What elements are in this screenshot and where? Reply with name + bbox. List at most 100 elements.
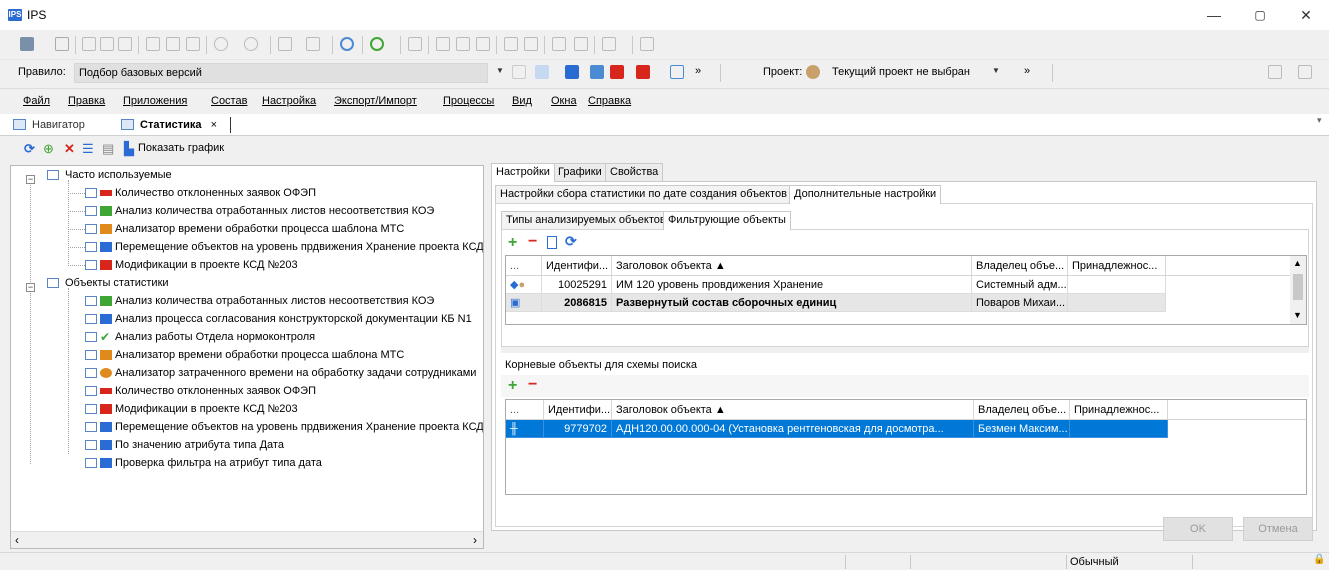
scroll-thumb[interactable]	[1293, 274, 1303, 300]
tab-analyzed-types[interactable]: Типы анализируемых объектов	[501, 211, 671, 229]
split-icon[interactable]	[636, 65, 650, 79]
refresh-icon[interactable]	[340, 37, 354, 51]
paste-icon[interactable]	[186, 37, 200, 51]
undo-icon[interactable]	[214, 37, 228, 51]
add-icon[interactable]: +	[508, 234, 517, 252]
splitter[interactable]	[501, 347, 1309, 353]
column-header[interactable]: Владелец объе...	[974, 400, 1070, 420]
arrows-red-icon[interactable]	[610, 65, 624, 79]
tab-additional-settings[interactable]: Дополнительные настройки	[789, 185, 942, 204]
add-icon[interactable]: ⊕	[43, 142, 54, 156]
chevron-down-icon[interactable]: ▼	[992, 66, 1000, 75]
project-select[interactable]: Текущий проект не выбран	[832, 66, 970, 78]
print-icon[interactable]: ▤	[102, 142, 114, 156]
more-icon[interactable]: »	[695, 65, 709, 79]
tab-filter-objects[interactable]: Фильтрующие объекты	[663, 211, 791, 230]
barcode-icon[interactable]	[118, 37, 132, 51]
show-chart-button[interactable]: Показать график	[138, 142, 224, 154]
close-tab-icon[interactable]: ×	[211, 119, 217, 131]
ok-button[interactable]: OK	[1163, 517, 1233, 541]
options-icon[interactable]	[20, 37, 34, 51]
list-icon[interactable]	[408, 37, 422, 51]
chevron-down-icon[interactable]: ▼	[496, 66, 504, 75]
table-row[interactable]: ▣ 2086815 Развернутый состав сборочных е…	[506, 294, 1306, 312]
column-header[interactable]: Идентифи...	[542, 256, 612, 276]
pin-icon[interactable]: ▾	[1317, 115, 1322, 126]
menu-apps[interactable]: Приложения	[123, 95, 187, 107]
settings-icon[interactable]	[1298, 65, 1312, 79]
menu-view[interactable]: Вид	[512, 95, 532, 107]
menu-settings[interactable]: Настройка	[262, 95, 316, 107]
menu-edit[interactable]: Правка	[68, 95, 105, 107]
cancel-button[interactable]: Отмена	[1243, 517, 1313, 541]
move-icon[interactable]	[436, 37, 450, 51]
menu-composition[interactable]: Состав	[211, 95, 247, 107]
column-header[interactable]: ...	[506, 256, 542, 276]
sync-icon[interactable]	[370, 37, 384, 51]
tab-charts[interactable]: Графики	[553, 163, 607, 181]
tab-navigator[interactable]: Навигатор	[10, 117, 85, 135]
remove-icon[interactable]: −	[528, 233, 537, 251]
insert-icon[interactable]	[278, 37, 292, 51]
table-row[interactable]: ╫ 9779702 АДН120.00.00.000-04 (Установка…	[506, 420, 1306, 438]
structure-icon[interactable]	[535, 65, 549, 79]
rule-select[interactable]: Подбор базовых версий	[74, 63, 488, 83]
more-icon[interactable]: »	[1024, 65, 1038, 79]
column-header[interactable]: Идентифи...	[544, 400, 612, 420]
column-header[interactable]: Заголовок объекта ▲	[612, 256, 972, 276]
delete-icon[interactable]	[552, 37, 566, 51]
column-header[interactable]: Владелец объе...	[972, 256, 1068, 276]
menu-processes[interactable]: Процессы	[443, 95, 494, 107]
version-icon[interactable]	[504, 37, 518, 51]
column-header[interactable]: ...	[506, 400, 544, 420]
table-row[interactable]: ◆● 10025291 ИМ 120 уровень провдижения Х…	[506, 276, 1306, 294]
minimize-button[interactable]: —	[1191, 0, 1237, 30]
link-icon[interactable]	[476, 37, 490, 51]
tab-settings[interactable]: Настройки	[491, 163, 555, 182]
filter-icon[interactable]	[670, 65, 684, 79]
scroll-up-icon[interactable]: ▲	[1293, 258, 1302, 268]
maximize-button[interactable]: ▢	[1237, 0, 1283, 30]
redo-icon[interactable]	[244, 37, 258, 51]
insert-below-icon[interactable]	[306, 37, 320, 51]
pointer-icon[interactable]	[512, 65, 526, 79]
menu-export-import[interactable]: Экспорт/Импорт	[334, 95, 417, 107]
preview-icon[interactable]	[100, 37, 114, 51]
delete-filter-icon[interactable]	[574, 37, 588, 51]
refresh-icon[interactable]: ⟳	[565, 233, 577, 250]
collapse-toggle[interactable]: −	[26, 283, 35, 292]
export-icon[interactable]	[1268, 65, 1282, 79]
collapse-toggle[interactable]: −	[26, 175, 35, 184]
copy-icon[interactable]	[166, 37, 180, 51]
columns-icon[interactable]	[602, 37, 616, 51]
copy-object-icon[interactable]	[456, 37, 470, 51]
column-header[interactable]: Принадлежнос...	[1068, 256, 1166, 276]
column-header[interactable]: Заголовок объекта ▲	[612, 400, 974, 420]
scroll-left-icon[interactable]: ‹	[15, 533, 19, 547]
delete-icon[interactable]: ✕	[64, 142, 75, 156]
close-button[interactable]: ✕	[1283, 0, 1329, 30]
scroll-down-icon[interactable]: ▼	[1293, 310, 1302, 320]
tab-collection-settings[interactable]: Настройки сбора статистики по дате созда…	[495, 185, 792, 203]
menu-help[interactable]: Справка	[588, 95, 631, 107]
h-icon[interactable]	[565, 65, 579, 79]
tab-properties[interactable]: Свойства	[605, 163, 664, 181]
tab-statistics[interactable]: Статистика ×	[118, 117, 217, 135]
refresh-icon[interactable]: ⟳	[24, 142, 35, 156]
display-icon[interactable]	[640, 37, 654, 51]
print-icon[interactable]	[82, 37, 96, 51]
remove-icon[interactable]: −	[528, 376, 537, 394]
menu-windows[interactable]: Окна	[551, 95, 577, 107]
new-document-icon[interactable]	[547, 236, 557, 249]
scroll-right-icon[interactable]: ›	[473, 533, 477, 547]
cut-icon[interactable]	[146, 37, 160, 51]
menu-file[interactable]: Файл	[23, 95, 50, 107]
save-icon[interactable]	[55, 37, 69, 51]
list-icon[interactable]: ☰	[82, 142, 94, 156]
add-icon[interactable]: +	[508, 377, 517, 395]
horizontal-scrollbar[interactable]: ‹ ›	[11, 531, 483, 548]
vertical-scrollbar[interactable]: ▲ ▼	[1290, 256, 1306, 324]
column-header[interactable]: Принадлежнос...	[1070, 400, 1168, 420]
version-copy-icon[interactable]	[524, 37, 538, 51]
arrows-icon[interactable]	[590, 65, 604, 79]
